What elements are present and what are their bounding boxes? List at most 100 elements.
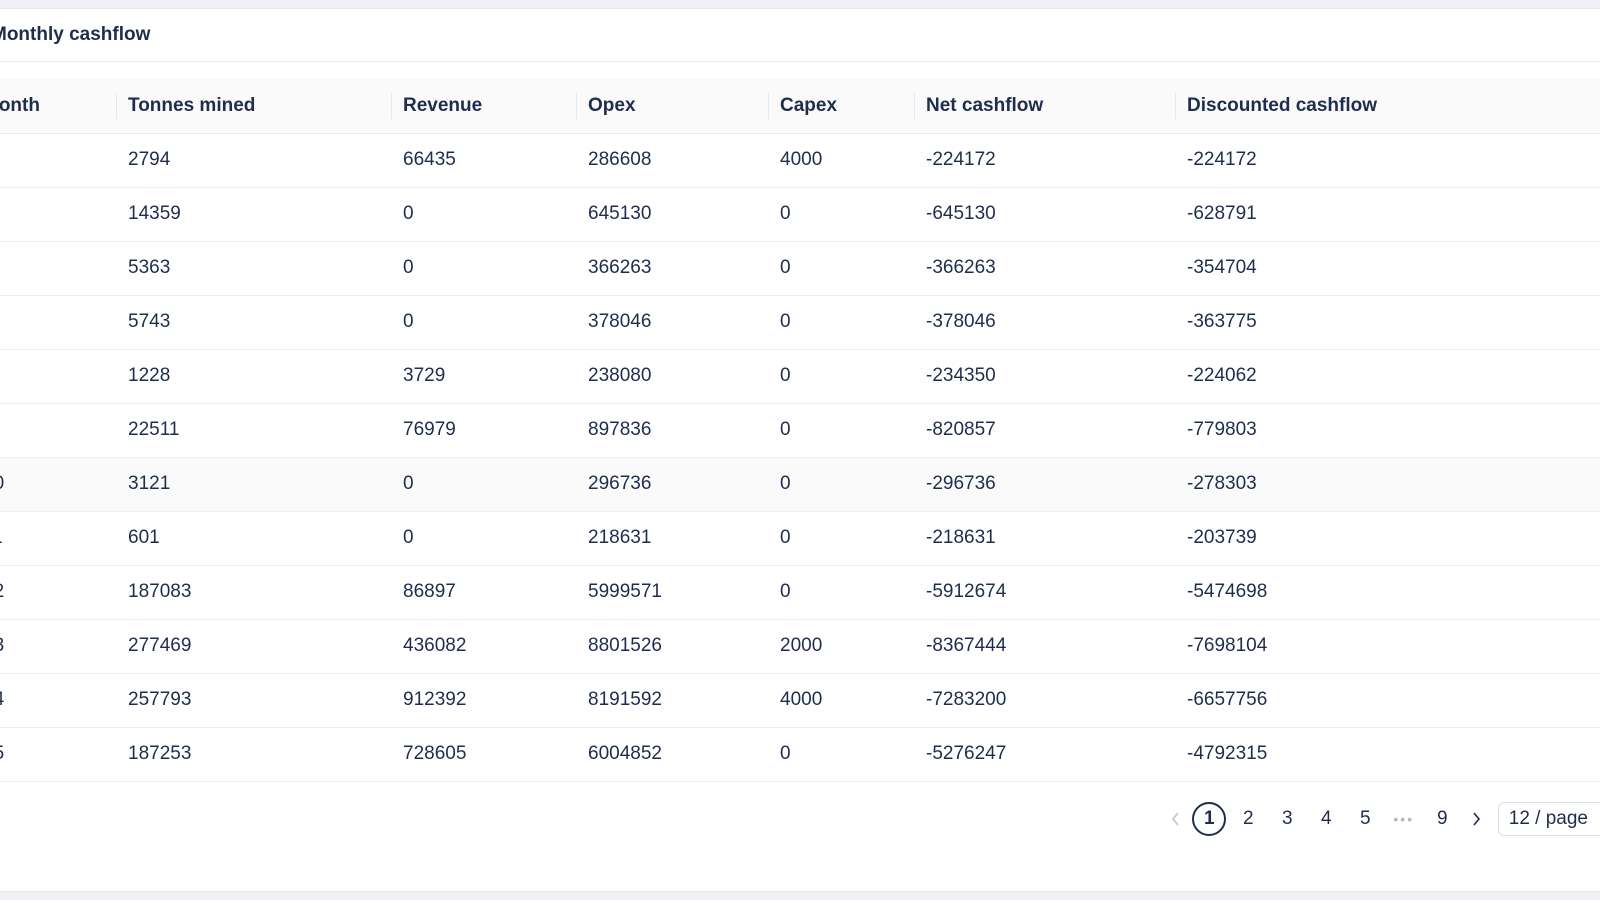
page-button-1[interactable]: 1 xyxy=(1192,802,1227,836)
table-row[interactable]: 10312102967360-296736-278303 xyxy=(0,457,1600,512)
cell-capex: 4000 xyxy=(768,673,914,728)
cell-net-cashflow: -366263 xyxy=(914,241,1175,296)
table-body: 02794664352866084000-224172-224172414359… xyxy=(0,133,1600,782)
cell-net-cashflow: -218631 xyxy=(914,511,1175,566)
cell-net-cashflow: -645130 xyxy=(914,187,1175,242)
cell-capex: 0 xyxy=(768,241,914,296)
table-row[interactable]: 822511769798978360-820857-779803 xyxy=(0,403,1600,458)
cell-tonnes-mined: 2794 xyxy=(116,133,391,188)
card-header: Monthly cashflow xyxy=(0,9,1600,62)
table-row[interactable]: 41435906451300-645130-628791 xyxy=(0,187,1600,242)
column-header-net-cashflow[interactable]: Net cashflow xyxy=(914,79,1175,134)
cell-month: 14 xyxy=(0,673,116,728)
cell-revenue: 0 xyxy=(391,187,576,242)
page-button-5[interactable]: 5 xyxy=(1348,802,1382,836)
table-row[interactable]: 02794664352866084000-224172-224172 xyxy=(0,133,1600,188)
cell-month: 8 xyxy=(0,403,116,458)
cell-tonnes-mined: 3121 xyxy=(116,457,391,512)
cell-capex: 0 xyxy=(768,295,914,350)
column-header-month[interactable]: Month xyxy=(0,79,116,134)
chevron-right-icon[interactable] xyxy=(1462,802,1490,836)
table-row[interactable]: 6574303780460-378046-363775 xyxy=(0,295,1600,350)
column-header-discounted-cashflow[interactable]: Discounted cashflow xyxy=(1175,79,1600,134)
cell-net-cashflow: -296736 xyxy=(914,457,1175,512)
cell-revenue: 0 xyxy=(391,295,576,350)
table-row[interactable]: 1425779391239281915924000-7283200-665775… xyxy=(0,673,1600,728)
page-button-3[interactable]: 3 xyxy=(1270,802,1304,836)
cell-month: 12 xyxy=(0,565,116,620)
cell-discounted-cashflow: -363775 xyxy=(1175,295,1600,350)
cell-tonnes-mined: 1228 xyxy=(116,349,391,404)
cell-net-cashflow: -234350 xyxy=(914,349,1175,404)
cell-net-cashflow: -8367444 xyxy=(914,619,1175,674)
cell-capex: 0 xyxy=(768,565,914,620)
cell-revenue: 3729 xyxy=(391,349,576,404)
cashflow-table: Month Tonnes mined Revenue Opex Capex Ne… xyxy=(0,79,1600,782)
cell-discounted-cashflow: -6657756 xyxy=(1175,673,1600,728)
cell-opex: 8801526 xyxy=(576,619,768,674)
column-header-tonnes-mined[interactable]: Tonnes mined xyxy=(116,79,391,134)
cell-capex: 0 xyxy=(768,457,914,512)
cell-month: 7 xyxy=(0,349,116,404)
page-button-2[interactable]: 2 xyxy=(1231,802,1265,836)
cell-opex: 897836 xyxy=(576,403,768,458)
cashflow-card: Monthly cashflow Month Tonnes mined Reve… xyxy=(0,8,1600,892)
table-row[interactable]: 1518725372860560048520-5276247-4792315 xyxy=(0,727,1600,782)
chevron-left-icon[interactable] xyxy=(1162,802,1190,836)
cell-discounted-cashflow: -4792315 xyxy=(1175,727,1600,782)
page-ellipsis[interactable]: ••• xyxy=(1385,802,1423,836)
page-size-select[interactable]: 12 / page xyxy=(1497,802,1600,836)
cell-net-cashflow: -7283200 xyxy=(914,673,1175,728)
cashflow-table-wrapper: Month Tonnes mined Revenue Opex Capex Ne… xyxy=(0,79,1600,782)
cell-month: 15 xyxy=(0,727,116,782)
cell-opex: 366263 xyxy=(576,241,768,296)
cell-capex: 0 xyxy=(768,727,914,782)
cell-month: 10 xyxy=(0,457,116,512)
column-header-opex[interactable]: Opex xyxy=(576,79,768,134)
column-header-capex[interactable]: Capex xyxy=(768,79,914,134)
page-button-last[interactable]: 9 xyxy=(1425,802,1459,836)
cell-discounted-cashflow: -779803 xyxy=(1175,403,1600,458)
cell-tonnes-mined: 14359 xyxy=(116,187,391,242)
cell-discounted-cashflow: -7698104 xyxy=(1175,619,1600,674)
cell-month: 4 xyxy=(0,187,116,242)
cell-tonnes-mined: 22511 xyxy=(116,403,391,458)
table-row[interactable]: 1160102186310-218631-203739 xyxy=(0,511,1600,566)
cell-capex: 0 xyxy=(768,349,914,404)
cell-revenue: 76979 xyxy=(391,403,576,458)
cell-net-cashflow: -224172 xyxy=(914,133,1175,188)
table-row[interactable]: 5536303662630-366263-354704 xyxy=(0,241,1600,296)
cell-capex: 0 xyxy=(768,511,914,566)
cell-month: 0 xyxy=(0,133,116,188)
cell-opex: 218631 xyxy=(576,511,768,566)
cell-revenue: 86897 xyxy=(391,565,576,620)
cell-net-cashflow: -820857 xyxy=(914,403,1175,458)
cell-tonnes-mined: 257793 xyxy=(116,673,391,728)
cell-tonnes-mined: 187253 xyxy=(116,727,391,782)
cell-opex: 5999571 xyxy=(576,565,768,620)
table-row[interactable]: 121870838689759995710-5912674-5474698 xyxy=(0,565,1600,620)
cell-opex: 238080 xyxy=(576,349,768,404)
cell-revenue: 728605 xyxy=(391,727,576,782)
cell-revenue: 436082 xyxy=(391,619,576,674)
table-row[interactable]: 1327746943608288015262000-8367444-769810… xyxy=(0,619,1600,674)
page-button-4[interactable]: 4 xyxy=(1309,802,1343,836)
cell-capex: 0 xyxy=(768,403,914,458)
cell-opex: 645130 xyxy=(576,187,768,242)
cell-capex: 4000 xyxy=(768,133,914,188)
cell-discounted-cashflow: -628791 xyxy=(1175,187,1600,242)
cell-revenue: 0 xyxy=(391,511,576,566)
cell-tonnes-mined: 5743 xyxy=(116,295,391,350)
table-row[interactable]: 7122837292380800-234350-224062 xyxy=(0,349,1600,404)
cell-net-cashflow: -378046 xyxy=(914,295,1175,350)
cell-net-cashflow: -5912674 xyxy=(914,565,1175,620)
cell-revenue: 0 xyxy=(391,457,576,512)
cell-capex: 2000 xyxy=(768,619,914,674)
cell-revenue: 66435 xyxy=(391,133,576,188)
pagination: 1 2 3 4 5 ••• 9 12 / page xyxy=(1162,802,1600,836)
cell-discounted-cashflow: -354704 xyxy=(1175,241,1600,296)
cell-discounted-cashflow: -278303 xyxy=(1175,457,1600,512)
cell-month: 11 xyxy=(0,511,116,566)
cell-revenue: 0 xyxy=(391,241,576,296)
column-header-revenue[interactable]: Revenue xyxy=(391,79,576,134)
